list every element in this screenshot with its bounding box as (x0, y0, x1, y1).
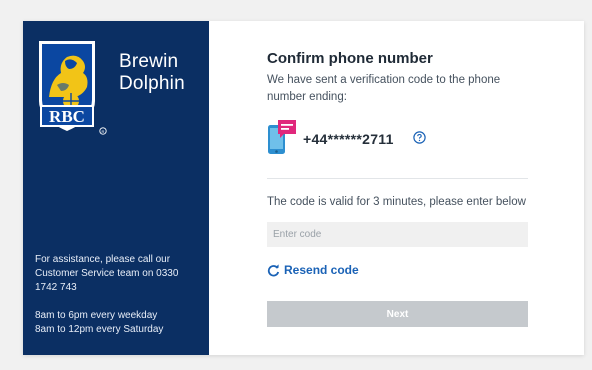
brand-name-line2: Dolphin (119, 73, 185, 94)
verification-description: We have sent a verification code to the … (267, 74, 501, 103)
refresh-icon (267, 263, 280, 276)
code-input[interactable] (267, 222, 528, 247)
brand-panel: RBC R Brewin Dolphin For assistance, ple… (23, 21, 209, 355)
svg-text:R: R (102, 129, 105, 134)
next-button[interactable]: Next (267, 301, 528, 327)
page-title: Confirm phone number (267, 50, 433, 67)
hours-weekday: 8am to 6pm every weekday (35, 310, 158, 321)
phone-message-icon (268, 120, 296, 154)
brand-logo: RBC R Brewin Dolphin (37, 39, 207, 143)
section-divider (267, 178, 528, 179)
login-card: RBC R Brewin Dolphin For assistance, ple… (23, 21, 584, 355)
help-circle-icon[interactable] (413, 131, 426, 144)
opening-hours: 8am to 6pm every weekday 8am to 12pm eve… (35, 309, 203, 337)
assistance-text: For assistance, please call our Customer… (35, 254, 179, 293)
masked-phone-number: +44******2711 (303, 131, 394, 147)
brand-name-line1: Brewin (119, 51, 179, 72)
resend-code-label: Resend code (284, 263, 359, 277)
verification-panel: Confirm phone number We have sent a veri… (209, 21, 584, 355)
hours-saturday: 8am to 12pm every Saturday (35, 324, 164, 335)
brand-name: Brewin Dolphin (119, 51, 185, 95)
code-validity-text: The code is valid for 3 minutes, please … (267, 196, 526, 208)
phone-number-row: +44******2711 (267, 119, 527, 159)
resend-code-link[interactable]: Resend code (267, 261, 359, 279)
rbc-logo-icon: RBC R (39, 41, 107, 135)
rbc-logo-text: RBC (49, 107, 85, 126)
